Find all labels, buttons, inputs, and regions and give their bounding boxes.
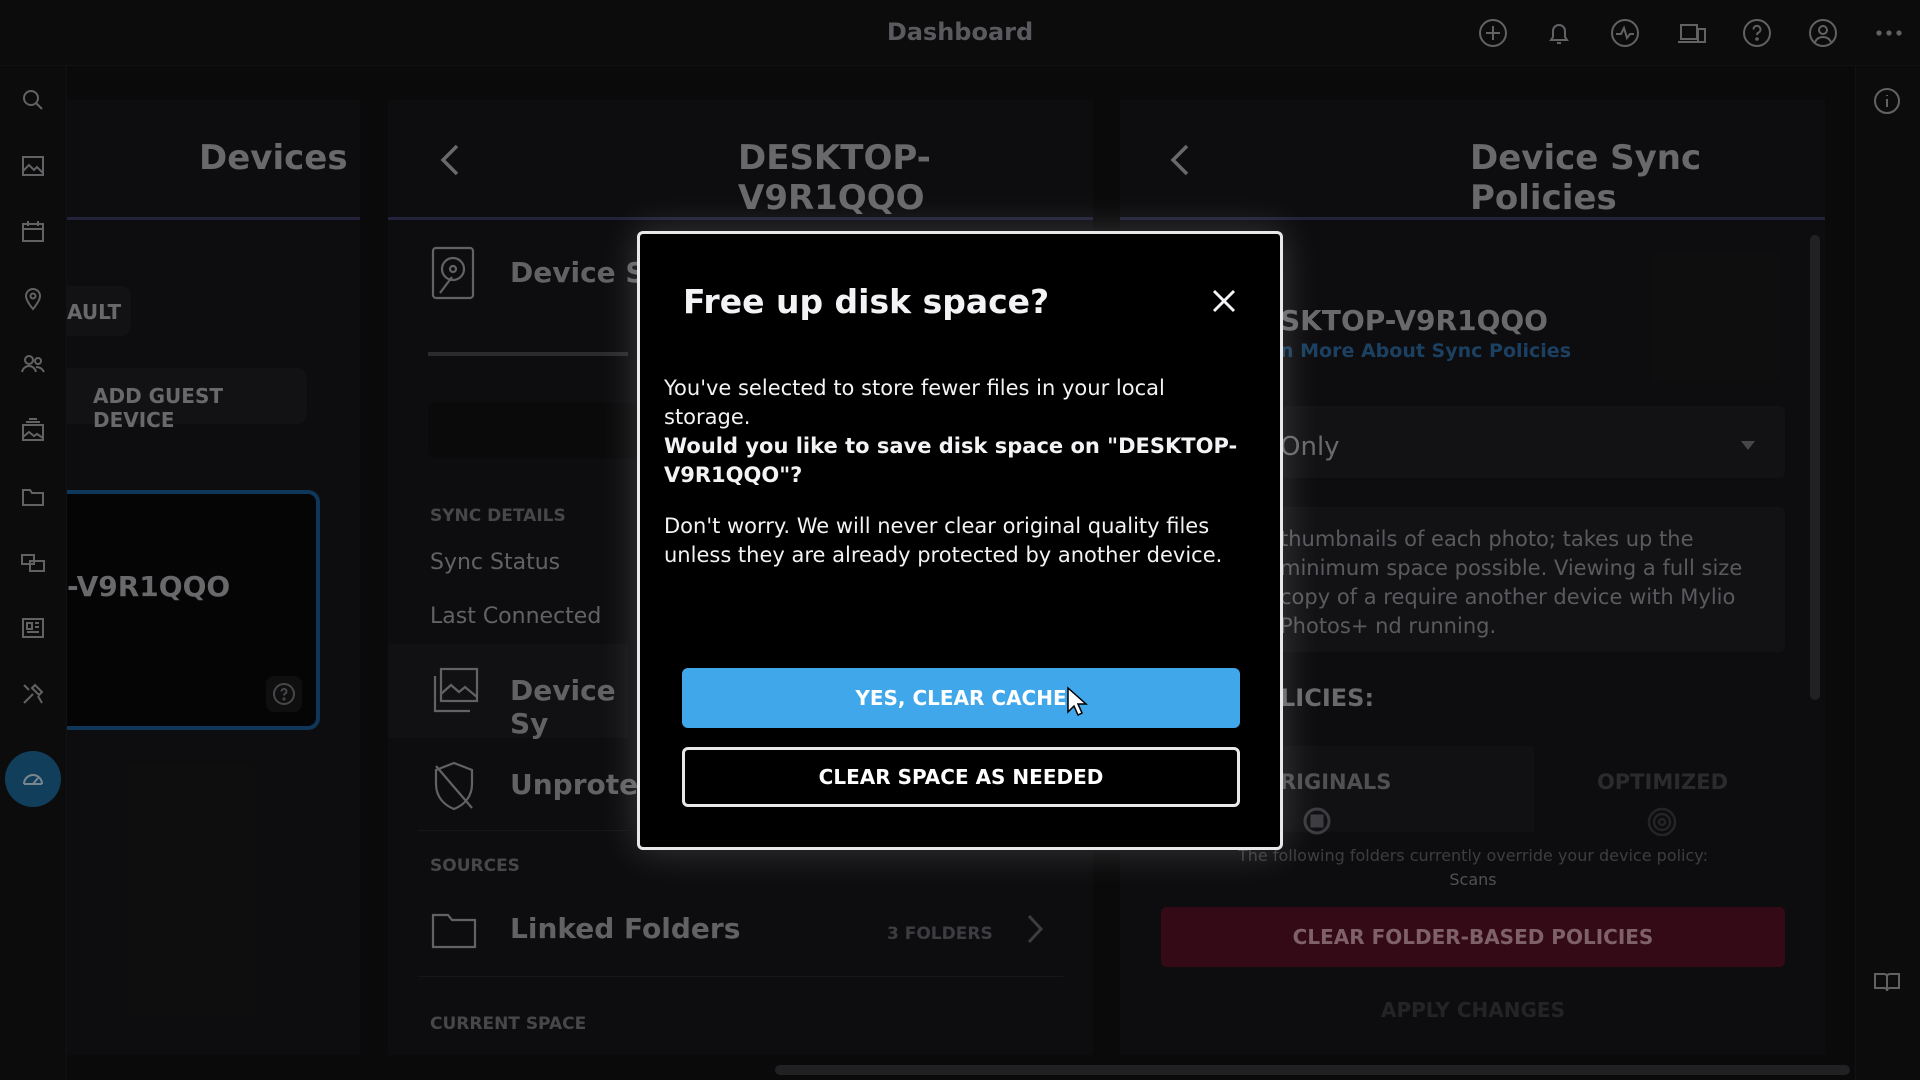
dialog-body: You've selected to store fewer files in …	[664, 374, 1254, 490]
dialog-body-text: You've selected to store fewer files in …	[664, 376, 1165, 429]
close-icon[interactable]	[1207, 284, 1241, 318]
dialog-title: Free up disk space?	[683, 282, 1050, 321]
yes-clear-cache-button[interactable]: YES, CLEAR CACHE	[682, 668, 1240, 728]
clear-space-as-needed-button[interactable]: CLEAR SPACE AS NEEDED	[682, 747, 1240, 807]
dialog-body-question: Would you like to save disk space on "DE…	[664, 434, 1238, 487]
free-space-dialog: Free up disk space? You've selected to s…	[637, 231, 1283, 850]
mouse-cursor-icon	[1066, 686, 1088, 718]
dialog-note: Don't worry. We will never clear origina…	[664, 514, 1223, 567]
